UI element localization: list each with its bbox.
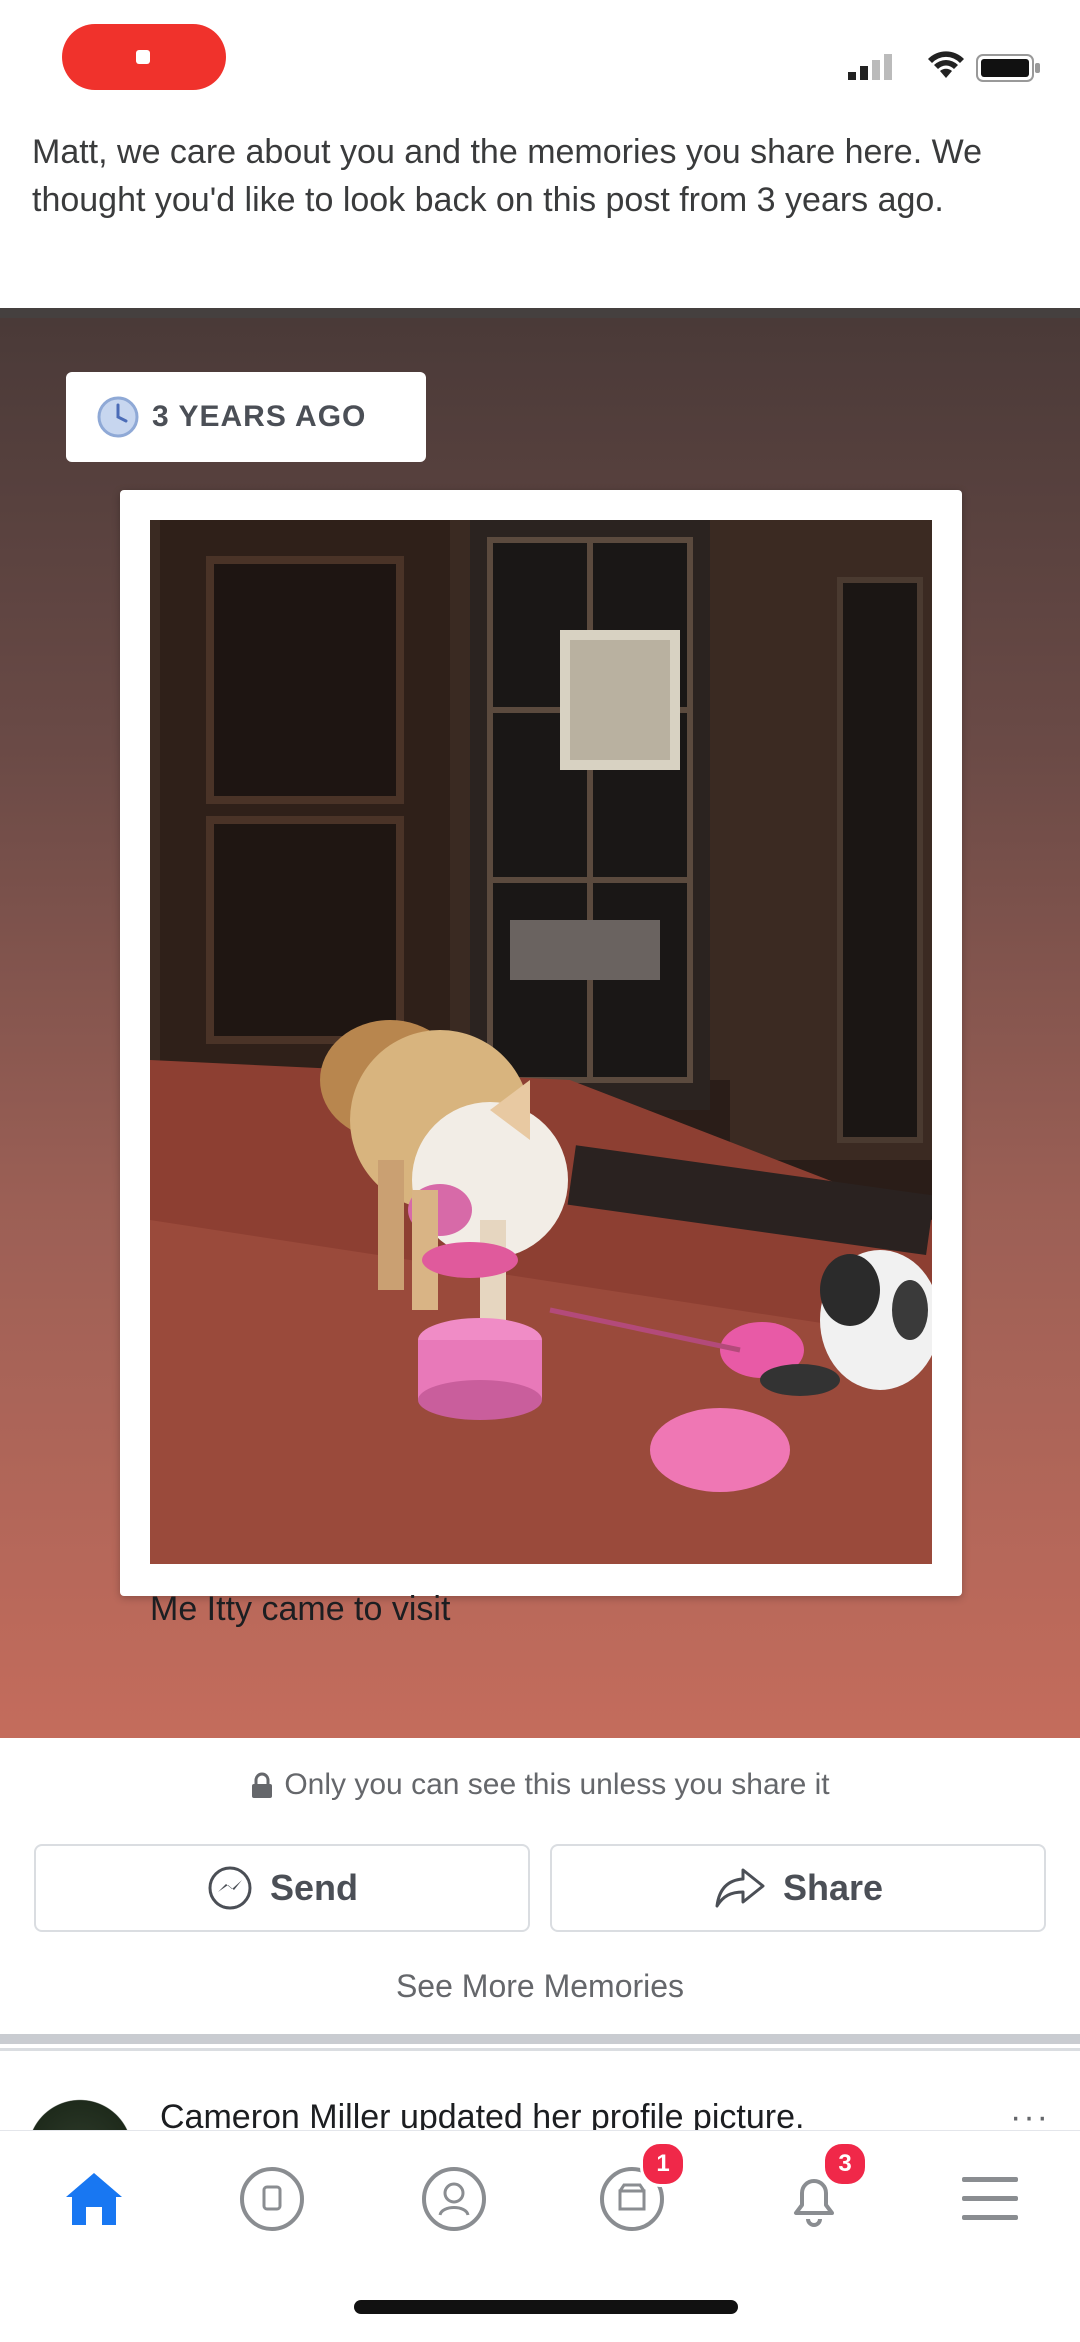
battery-icon bbox=[976, 54, 1040, 82]
tab-marketplace[interactable]: 1 bbox=[584, 2141, 686, 2247]
notifications-badge: 3 bbox=[822, 2141, 868, 2187]
screen-recording-indicator[interactable] bbox=[62, 24, 226, 90]
home-indicator[interactable] bbox=[354, 2300, 738, 2314]
profile-icon bbox=[422, 2167, 486, 2231]
bottom-tab-bar: 1 3 bbox=[0, 2130, 1080, 2261]
marketplace-badge: 1 bbox=[640, 2141, 686, 2187]
share-label: Share bbox=[782, 1867, 884, 1908]
feed-divider bbox=[0, 2034, 1080, 2044]
memory-caption: Me Itty came to visit bbox=[150, 1590, 451, 1628]
watch-icon bbox=[240, 2167, 304, 2231]
feed-divider-line bbox=[0, 2048, 1080, 2051]
tab-watch[interactable] bbox=[224, 2151, 320, 2247]
tab-home[interactable] bbox=[46, 2151, 142, 2247]
send-label: Send bbox=[269, 1867, 358, 1908]
tab-notifications[interactable]: 3 bbox=[766, 2141, 868, 2247]
memories-clock-icon bbox=[97, 396, 139, 438]
tab-profile[interactable] bbox=[406, 2151, 502, 2247]
memory-actions: Send Share bbox=[34, 1844, 1046, 1932]
share-button[interactable]: Share bbox=[550, 1844, 1046, 1932]
years-ago-badge: 3 YEARS AGO bbox=[66, 372, 426, 462]
tab-menu[interactable] bbox=[942, 2151, 1038, 2247]
years-ago-label: 3 YEARS AGO bbox=[152, 400, 367, 433]
dog-photo-image bbox=[150, 520, 932, 1564]
status-icons bbox=[846, 50, 1046, 86]
memory-card: 3 YEARS AGO Me Itty came to visit bbox=[0, 318, 1080, 1738]
send-button[interactable]: Send bbox=[34, 1844, 530, 1932]
app-screen: Matt, we care about you and the memories… bbox=[0, 0, 1080, 2342]
record-stop-icon bbox=[136, 50, 150, 64]
memory-post-card[interactable]: Me Itty came to visit bbox=[120, 490, 962, 1628]
share-arrow-icon bbox=[715, 1868, 765, 1908]
memory-intro-text: Matt, we care about you and the memories… bbox=[32, 133, 982, 219]
memory-photo[interactable] bbox=[150, 520, 932, 1564]
home-icon bbox=[66, 2173, 122, 2225]
lock-icon bbox=[252, 1772, 273, 1799]
menu-icon bbox=[962, 2177, 1018, 2220]
see-more-memories-link[interactable]: See More Memories bbox=[0, 1968, 1080, 2005]
privacy-note: Only you can see this unless you share i… bbox=[0, 1768, 1080, 1802]
messenger-send-icon bbox=[208, 1866, 252, 1910]
status-bar bbox=[0, 0, 1080, 120]
privacy-note-text: Only you can see this unless you share i… bbox=[284, 1768, 830, 1801]
cellular-signal-icon bbox=[848, 54, 892, 80]
wifi-icon bbox=[928, 51, 964, 78]
